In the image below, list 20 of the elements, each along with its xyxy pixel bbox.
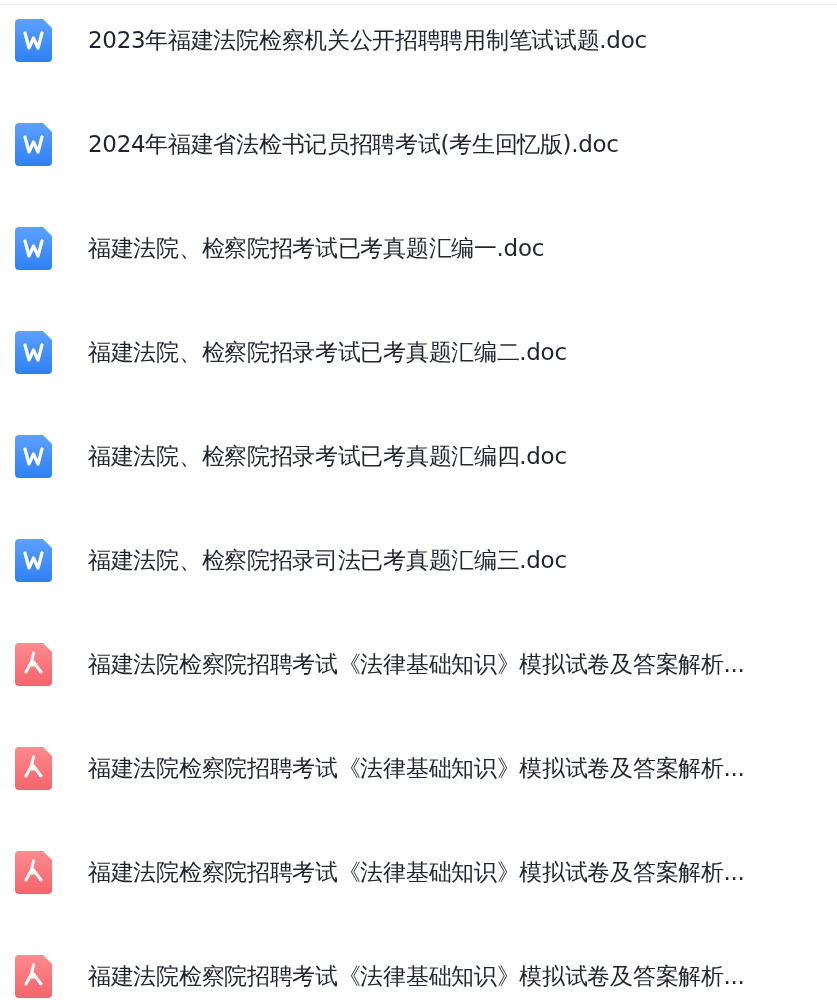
pdf-document-icon	[15, 746, 52, 790]
file-name[interactable]: 福建法院、检察院招录司法已考真题汇编三.doc	[88, 544, 567, 576]
file-name[interactable]: 福建法院检察院招聘考试《法律基础知识》模拟试卷及答案解析...	[88, 752, 745, 784]
file-name[interactable]: 福建法院、检察院招录考试已考真题汇编四.doc	[88, 440, 567, 472]
file-name[interactable]: 福建法院、检察院招考试已考真题汇编一.doc	[88, 232, 545, 264]
pdf-document-icon	[15, 954, 52, 998]
word-document-icon	[15, 330, 52, 374]
word-document-icon	[15, 18, 52, 62]
file-name[interactable]: 2023年福建法院检察机关公开招聘聘用制笔试试题.doc	[88, 24, 647, 56]
word-document-icon	[15, 226, 52, 270]
word-document-icon	[15, 434, 52, 478]
word-document-icon	[15, 538, 52, 582]
file-name[interactable]: 福建法院检察院招聘考试《法律基础知识》模拟试卷及答案解析...	[88, 648, 745, 680]
word-document-icon	[15, 122, 52, 166]
pdf-document-icon	[15, 642, 52, 686]
file-name[interactable]: 2024年福建省法检书记员招聘考试(考生回忆版).doc	[88, 128, 619, 160]
file-name[interactable]: 福建法院检察院招聘考试《法律基础知识》模拟试卷及答案解析...	[88, 856, 745, 888]
pdf-document-icon	[15, 850, 52, 894]
file-name[interactable]: 福建法院、检察院招录考试已考真题汇编二.doc	[88, 336, 567, 368]
file-name[interactable]: 福建法院检察院招聘考试《法律基础知识》模拟试卷及答案解析...	[88, 960, 745, 992]
